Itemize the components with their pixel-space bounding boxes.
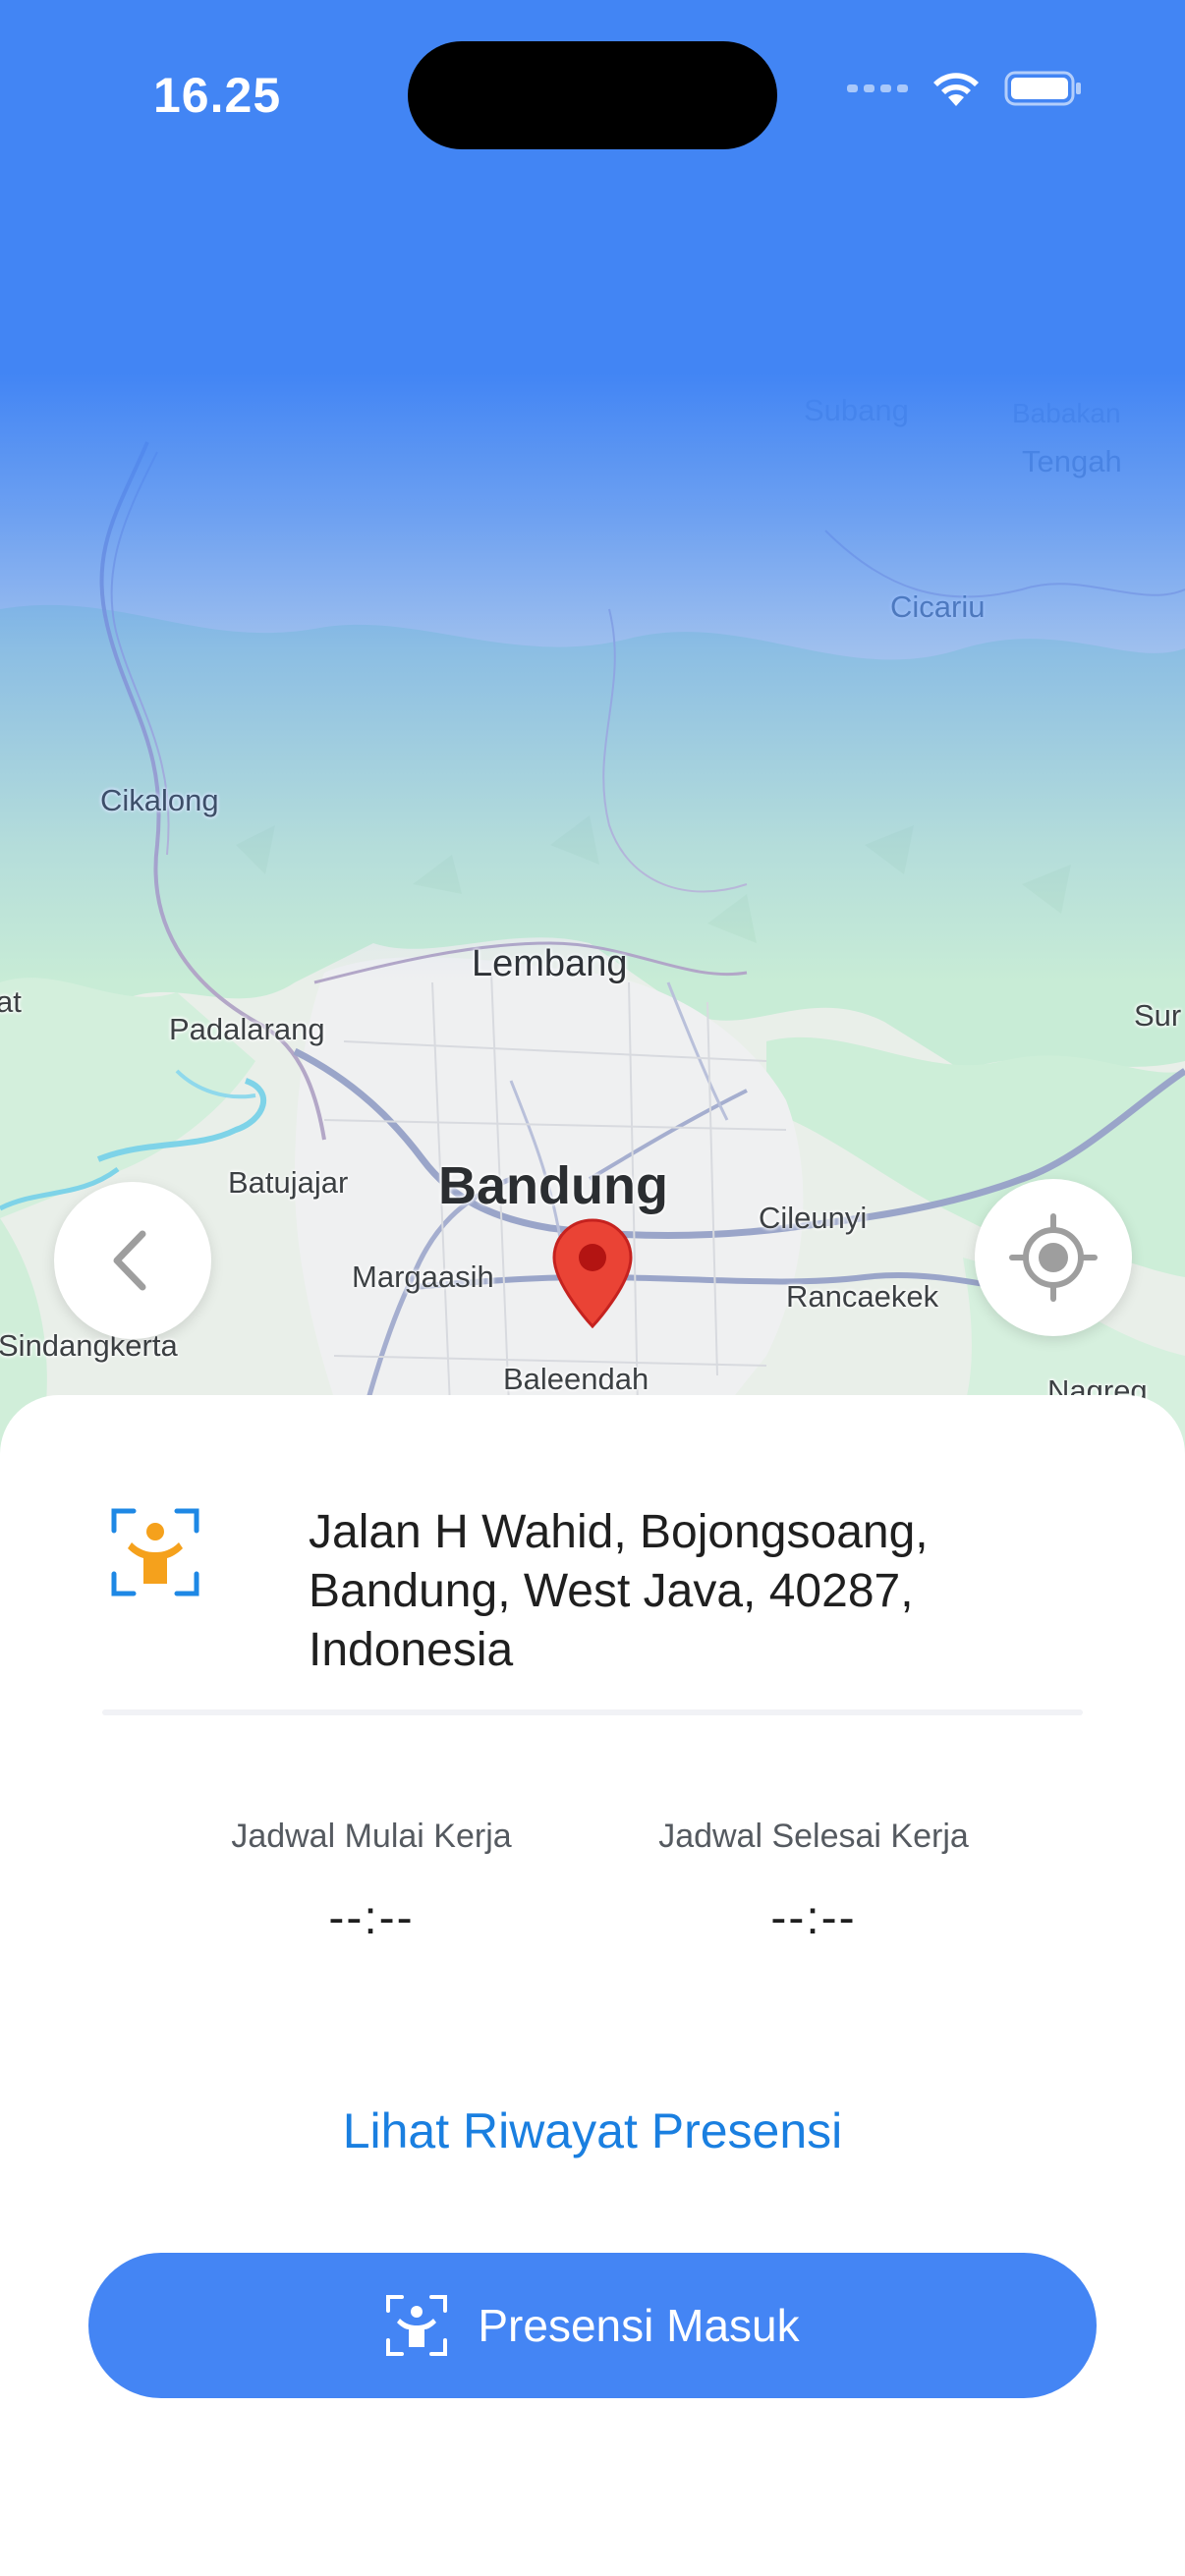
- map-label-cileunyi: Cileunyi: [759, 1201, 868, 1235]
- status-icons: [847, 69, 1083, 108]
- schedule-end-value: --:--: [770, 1892, 857, 1944]
- map-label-baleendah: Baleendah: [503, 1362, 649, 1396]
- schedule-start-label: Jadwal Mulai Kerja: [231, 1818, 512, 1855]
- map-label-lembang: Lembang: [472, 943, 628, 984]
- map-label-babakan: Babakan: [1012, 398, 1121, 428]
- check-in-label: Presensi Masuk: [478, 2300, 800, 2351]
- map-label-bandung: Bandung: [438, 1156, 668, 1215]
- face-scan-icon: [386, 2295, 448, 2356]
- map-label-batujajar: Batujajar: [228, 1165, 349, 1200]
- schedule-start-value: --:--: [328, 1892, 415, 1944]
- attendance-sheet: Jalan H Wahid, Bojongsoang, Bandung, Wes…: [0, 1395, 1185, 2576]
- my-location-button[interactable]: [975, 1179, 1132, 1336]
- face-scan-icon: [111, 1508, 199, 1596]
- map-label-tengah: Tengah: [1022, 444, 1122, 478]
- crosshair-icon: [1009, 1213, 1098, 1302]
- schedule-end: Jadwal Selesai Kerja --:--: [607, 1818, 1020, 1945]
- current-address: Jalan H Wahid, Bojongsoang, Bandung, Wes…: [309, 1506, 929, 1676]
- map-label-subang: Subang: [804, 393, 909, 427]
- wifi-icon: [933, 73, 979, 106]
- divider: [102, 1709, 1083, 1715]
- map-label-cikalong-wetan: at: [0, 984, 22, 1019]
- map-label-padalarang: Padalarang: [169, 1012, 325, 1046]
- address-row: Jalan H Wahid, Bojongsoang, Bandung, Wes…: [102, 1503, 1085, 1729]
- status-time: 16.25: [153, 68, 282, 123]
- map-label-sumedang: Sur: [1134, 998, 1182, 1033]
- schedule-start: Jadwal Mulai Kerja --:--: [165, 1818, 578, 1945]
- map-label-rancaekek: Rancaekek: [786, 1279, 939, 1314]
- battery-icon: [1004, 71, 1081, 106]
- back-button[interactable]: [54, 1182, 211, 1339]
- schedule-end-label: Jadwal Selesai Kerja: [658, 1818, 969, 1855]
- cellular-icon: [847, 84, 908, 92]
- dynamic-island: [408, 41, 777, 149]
- location-pin-icon: [552, 1218, 633, 1328]
- map-label-cicariu: Cicariu: [890, 589, 986, 624]
- map-label-cikalong: Cikalong: [100, 783, 219, 817]
- status-bar: 16.25: [0, 0, 1185, 187]
- attendance-history-link[interactable]: Lihat Riwayat Presensi: [0, 2102, 1185, 2159]
- map-label-margaasih: Margaasih: [352, 1260, 494, 1294]
- chevron-left-icon: [113, 1230, 146, 1291]
- check-in-button[interactable]: Presensi Masuk: [88, 2253, 1097, 2398]
- attendance-screen: Subang Babakan Tengah Cicariu Cikalong L…: [0, 0, 1185, 2576]
